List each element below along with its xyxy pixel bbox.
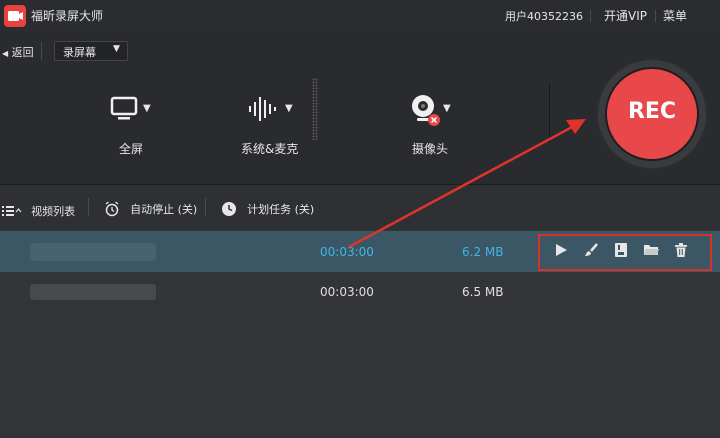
recording-size: 6.2 MB <box>462 245 504 259</box>
filename-redacted <box>30 243 156 261</box>
dropdown-arrow-icon: ▼ <box>113 44 120 54</box>
schedule-task-button[interactable]: 计划任务 (关) <box>221 198 314 217</box>
fullscreen-label: 全屏 <box>119 142 144 156</box>
user-account[interactable]: 用户40352236 <box>505 8 583 24</box>
webcam-label: 摄像头 <box>412 142 449 156</box>
app-title: 福昕录屏大师 <box>31 9 104 23</box>
divider <box>88 198 89 216</box>
back-label: 返回 <box>11 46 34 59</box>
record-mode-value: 录屏幕 <box>63 46 96 59</box>
video-list-label: 视频列表 <box>31 204 76 218</box>
recording-duration: 00:03:00 <box>320 245 374 259</box>
list-icon <box>2 205 22 216</box>
divider <box>590 10 591 22</box>
auto-stop-button[interactable]: 自动停止 (关) <box>104 198 197 217</box>
webcam-dropdown-arrow-icon[interactable]: ▼ <box>443 103 451 114</box>
annotation-highlight-box <box>538 234 712 271</box>
main-menu-button[interactable]: 菜单 <box>663 7 687 24</box>
schedule-task-label: 计划任务 (关) <box>247 202 315 216</box>
recording-size: 6.5 MB <box>462 285 504 299</box>
filename-redacted <box>30 284 156 300</box>
alarm-clock-icon <box>105 200 119 216</box>
audio-wave-icon <box>249 97 276 121</box>
divider <box>205 198 206 216</box>
upgrade-vip-link[interactable]: 开通VIP <box>604 7 647 24</box>
app-logo-icon <box>4 5 26 27</box>
rec-button[interactable]: REC <box>605 67 699 161</box>
recording-duration: 00:03:00 <box>320 285 374 299</box>
audio-dropdown-arrow-icon[interactable]: ▼ <box>285 103 293 114</box>
monitor-icon <box>110 96 138 120</box>
audio-source-button[interactable] <box>248 95 276 127</box>
rec-button-label: REC <box>627 99 677 124</box>
webcam-icon <box>412 95 440 126</box>
back-arrow-icon: ◀ <box>2 49 9 58</box>
audio-label: 系统&麦克 <box>241 142 299 156</box>
record-mode-select[interactable]: 录屏幕 ▼ <box>54 41 128 61</box>
divider <box>41 42 42 60</box>
clock-icon <box>222 201 236 216</box>
separator <box>549 83 550 143</box>
fullscreen-source-button[interactable] <box>110 96 138 126</box>
divider <box>655 10 656 22</box>
auto-stop-label: 自动停止 (关) <box>130 202 198 216</box>
webcam-source-button[interactable] <box>409 93 441 131</box>
fullscreen-dropdown-arrow-icon[interactable]: ▼ <box>143 103 151 114</box>
video-list-toggle[interactable]: 视频列表 <box>2 200 75 219</box>
back-button[interactable]: ◀ 返回 <box>2 44 34 60</box>
separator <box>312 78 318 140</box>
